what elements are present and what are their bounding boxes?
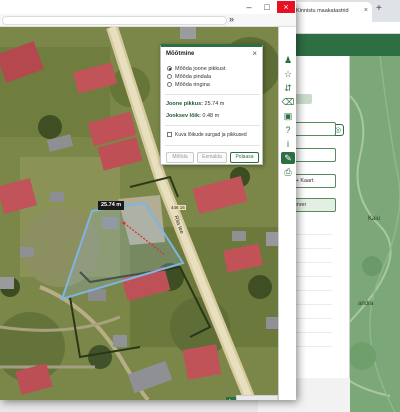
dialog-divider	[165, 94, 260, 95]
address-bar-row: »	[0, 14, 296, 27]
radio-label: Mõõda pindala	[175, 74, 212, 80]
radio-label: Mõõda joone pikkust	[175, 66, 226, 72]
comment-icon[interactable]: ▣	[281, 110, 295, 122]
help-icon[interactable]: ?	[281, 124, 295, 136]
radio-selected-icon[interactable]	[167, 66, 172, 72]
line-length-value: 25.74 m	[204, 101, 225, 107]
radio-label: Mõõda ringina	[175, 82, 210, 88]
dialog-close-icon[interactable]: ×	[252, 49, 257, 58]
show-segments-checkbox[interactable]	[167, 132, 172, 138]
radio-measure-area[interactable]: Mõõda pindala	[167, 74, 211, 80]
overview-minimap[interactable]	[236, 395, 278, 400]
eraser-icon[interactable]: ⌫	[281, 96, 295, 108]
window-title-bar[interactable]: – □ ×	[0, 0, 296, 14]
star-icon[interactable]: ☆	[281, 68, 295, 80]
background-tab-close-icon[interactable]: ×	[364, 7, 368, 14]
address-bar-input[interactable]	[2, 16, 227, 25]
map-toolbar: ♟ ☆ ⇵ ⌫ ▣ ? i ✎ ⎙	[278, 27, 296, 400]
show-segments-label: Kuva lõikude surgad ja pikkused	[175, 132, 247, 138]
expand-minimap-button[interactable]: ↘	[226, 397, 236, 400]
measure-length-label: 25.74 m	[98, 201, 125, 210]
map-place-label: andra	[358, 301, 374, 307]
measure-button[interactable]: Mõõda	[166, 152, 194, 163]
overflow-chevron-icon[interactable]: »	[229, 14, 234, 24]
measurement-dialog[interactable]: Mõõtmine × Mõõda joone pikkust Mõõda pin…	[160, 44, 263, 165]
dialog-divider	[165, 125, 260, 126]
clear-button[interactable]: Eemalda	[197, 152, 227, 163]
ruler-icon[interactable]: ✎	[281, 152, 295, 164]
new-tab-button[interactable]: +	[376, 3, 382, 14]
map-place-label: Kaiu	[368, 216, 381, 222]
last-segment-result: Jooksev lõik: 0.48 m	[166, 113, 219, 119]
background-map-texture	[333, 55, 400, 412]
minimize-button[interactable]: –	[240, 1, 258, 13]
background-map[interactable]: Kaiu andra	[333, 55, 400, 412]
last-segment-value: 0.48 m	[202, 113, 220, 119]
last-segment-label: Jooksev lõik:	[166, 113, 201, 119]
show-segments-checkbox-row[interactable]: Kuva lõikude surgad ja pikkused	[167, 132, 247, 138]
close-window-button[interactable]: ×	[277, 1, 295, 13]
line-length-result: Joone pikkus: 25.74 m	[166, 101, 224, 107]
radio-measure-length[interactable]: Mõõda joone pikkust	[167, 66, 225, 72]
minimap-texture	[237, 396, 278, 400]
radio-measure-circle[interactable]: Mõõda ringina	[167, 82, 210, 88]
dialog-finish-button[interactable]: Polaasa	[230, 152, 259, 163]
dialog-title: Mõõtmine	[166, 51, 195, 57]
road-number-label: 446 16	[170, 205, 186, 210]
radio-unselected-icon[interactable]	[167, 74, 172, 80]
person-icon[interactable]: ♟	[281, 54, 295, 66]
layers-arrows-icon[interactable]: ⇵	[281, 82, 295, 94]
info-icon[interactable]: i	[281, 138, 295, 150]
line-length-label: Joone pikkus:	[166, 101, 203, 107]
print-icon[interactable]: ⎙	[281, 166, 295, 178]
foreground-browser-window[interactable]: – □ × » 25.74 m 446 16 Rita tee Mõõtmine…	[0, 0, 296, 400]
background-tab-title: Kinnistu maakatastrid	[296, 8, 349, 14]
radio-unselected-icon[interactable]	[167, 82, 172, 88]
dialog-divider	[165, 145, 260, 146]
maximize-button[interactable]: □	[258, 1, 276, 13]
